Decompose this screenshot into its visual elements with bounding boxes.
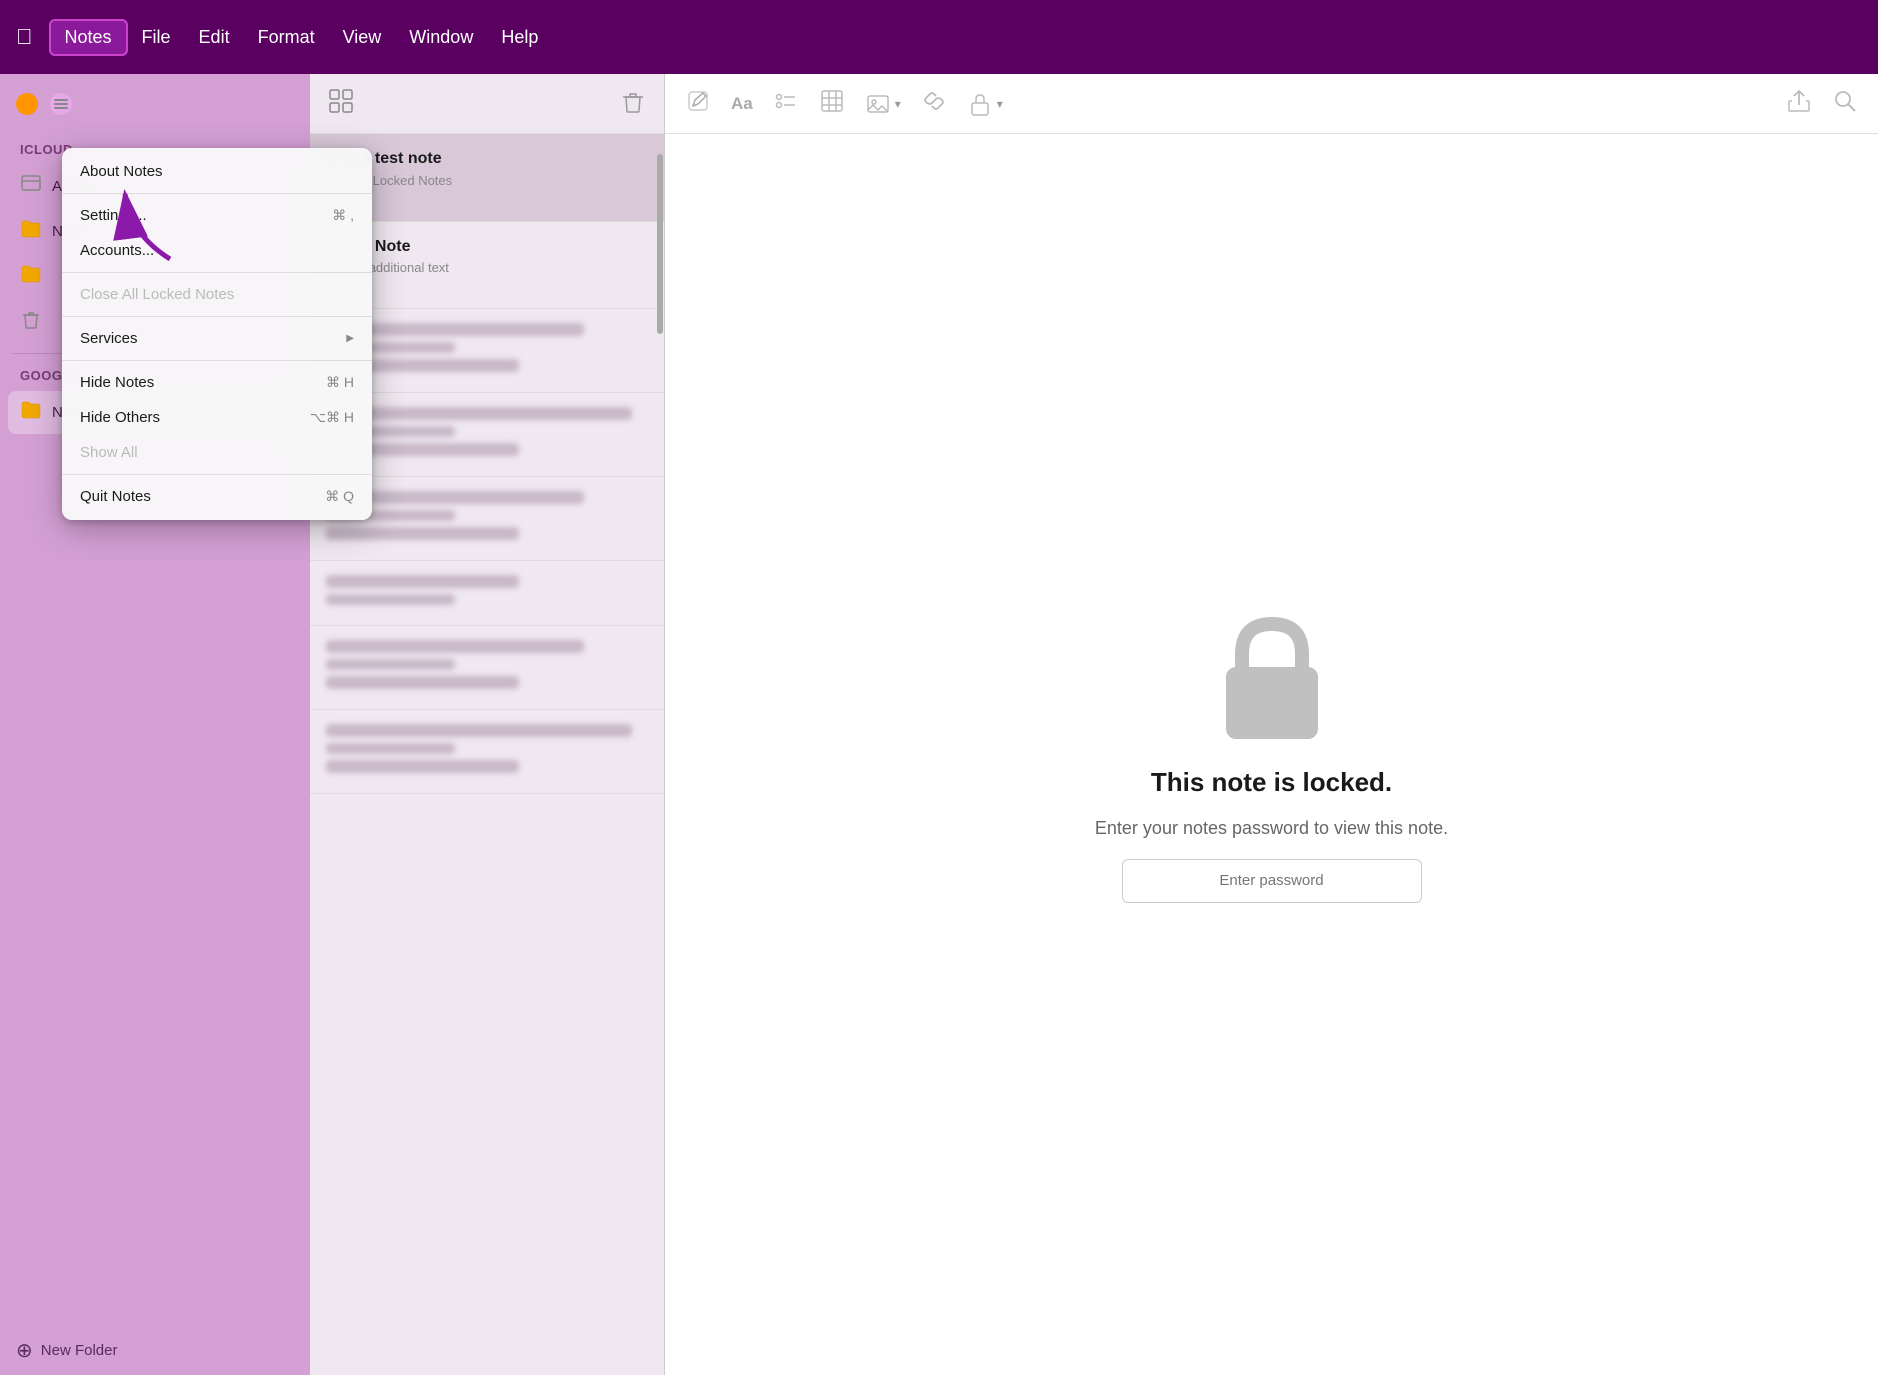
menu-item-hide-others-shortcut: ⌥⌘ H [310, 409, 354, 426]
blurred-note-5[interactable] [310, 626, 664, 710]
menu-item-hide-notes[interactable]: Hide Notes ⌘ H [62, 365, 372, 400]
menu-item-hide-notes-label: Hide Notes [80, 374, 154, 391]
trash-icon [20, 308, 42, 335]
menu-sep-5 [62, 474, 372, 475]
selected-note-tag: Locked Notes [373, 173, 453, 188]
blur-line [326, 659, 455, 670]
menubar-view[interactable]: View [329, 21, 396, 54]
lock-icon-large [1207, 607, 1337, 747]
blurred-note-6[interactable] [310, 710, 664, 794]
menu-item-about-label: About Notes [80, 163, 163, 180]
checklist-icon[interactable] [773, 88, 799, 120]
link-icon[interactable] [921, 88, 947, 120]
menu-sep-1 [62, 193, 372, 194]
blur-line [326, 724, 632, 737]
locked-note-subtitle: Enter your notes password to view this n… [1095, 818, 1448, 839]
menubar-notes[interactable]: Notes [49, 19, 128, 56]
search-toolbar-icon[interactable] [1832, 88, 1858, 120]
menubar-help[interactable]: Help [487, 21, 552, 54]
menubar-window[interactable]: Window [395, 21, 487, 54]
menu-item-services-label: Services [80, 330, 138, 347]
selected-note-folder: Notes [326, 190, 648, 205]
blur-line [326, 575, 519, 588]
lock-group[interactable]: ▾ [967, 91, 1003, 117]
menubar:  Notes File Edit Format View Window Hel… [0, 0, 1878, 74]
menu-item-settings-label: Settings... [80, 207, 147, 224]
trash-note-button[interactable] [616, 84, 650, 124]
folder2-icon [20, 263, 42, 290]
app-container: iCloud All iCloud Notes [0, 74, 1878, 1375]
password-input[interactable] [1147, 872, 1397, 889]
locked-note-title: This note is locked. [1151, 767, 1392, 798]
notes-menu-dropdown: About Notes Settings... ⌘ , Accounts... … [62, 148, 372, 520]
blur-line [326, 594, 455, 605]
menu-item-hide-notes-shortcut: ⌘ H [326, 374, 354, 391]
menu-item-close-locked-label: Close All Locked Notes [80, 286, 234, 303]
lock-chevron: ▾ [997, 97, 1003, 111]
google-notes-icon [20, 399, 42, 426]
blurred-note-4[interactable] [310, 561, 664, 626]
menu-item-show-all: Show All [62, 435, 372, 470]
new-folder-plus-icon: ⊕ [16, 1338, 33, 1363]
selected-note-meta: 02 🔒 Locked Notes [326, 172, 648, 188]
gallery-view-button[interactable] [324, 84, 358, 124]
selected-note-title: is is a test note [326, 150, 648, 168]
sidebar-toolbar [0, 74, 310, 134]
menu-sep-4 [62, 360, 372, 361]
all-icloud-icon [20, 173, 42, 200]
menu-item-hide-others[interactable]: Hide Others ⌥⌘ H [62, 400, 372, 435]
quick-note-meta: 02 No additional text [326, 260, 648, 275]
note-detail: Aa ▾ ▾ [665, 74, 1878, 1375]
new-folder-label: New Folder [41, 1342, 118, 1359]
scrollbar-thumb[interactable] [657, 154, 663, 334]
blur-line [326, 640, 584, 653]
menu-item-quit-shortcut: ⌘ Q [325, 488, 354, 505]
password-input-container[interactable] [1122, 859, 1422, 903]
menu-item-about[interactable]: About Notes [62, 154, 372, 189]
quick-note-title: Quick Note [326, 238, 648, 256]
quick-note-folder: Notes [326, 277, 648, 292]
menu-sep-3 [62, 316, 372, 317]
menu-item-settings[interactable]: Settings... ⌘ , [62, 198, 372, 233]
share-icon[interactable] [1786, 88, 1812, 120]
menu-item-close-locked: Close All Locked Notes [62, 277, 372, 312]
media-group[interactable]: ▾ [865, 91, 901, 117]
font-size-icon[interactable]: Aa [731, 94, 753, 114]
menubar-format[interactable]: Format [244, 21, 329, 54]
menubar-file[interactable]: File [128, 21, 185, 54]
menubar-edit[interactable]: Edit [185, 21, 244, 54]
menu-item-settings-shortcut: ⌘ , [332, 207, 354, 224]
blur-line [326, 760, 519, 773]
menu-item-hide-others-label: Hide Others [80, 409, 160, 426]
notes-folder-icon [20, 218, 42, 245]
scrollbar-track[interactable] [656, 134, 664, 1375]
orange-icon-2[interactable] [50, 93, 72, 115]
new-folder-button[interactable]: ⊕ New Folder [0, 1326, 310, 1375]
menu-item-quit-label: Quit Notes [80, 488, 151, 505]
menu-item-accounts-label: Accounts... [80, 242, 154, 259]
menu-item-show-all-label: Show All [80, 444, 138, 461]
blur-line [326, 743, 455, 754]
menu-item-accounts[interactable]: Accounts... [62, 233, 372, 268]
blur-line [326, 676, 519, 689]
note-detail-toolbar: Aa ▾ ▾ [665, 74, 1878, 134]
media-chevron: ▾ [895, 97, 901, 111]
orange-dot-icon [16, 93, 38, 115]
compose-icon[interactable] [685, 88, 711, 120]
notes-list-toolbar [310, 74, 664, 134]
note-detail-body: This note is locked. Enter your notes pa… [665, 134, 1878, 1375]
table-icon[interactable] [819, 88, 845, 120]
menu-item-services[interactable]: Services [62, 321, 372, 356]
blur-line [326, 527, 519, 540]
menu-sep-2 [62, 272, 372, 273]
menu-item-quit[interactable]: Quit Notes ⌘ Q [62, 479, 372, 514]
apple-menu-icon[interactable]:  [16, 24, 33, 50]
